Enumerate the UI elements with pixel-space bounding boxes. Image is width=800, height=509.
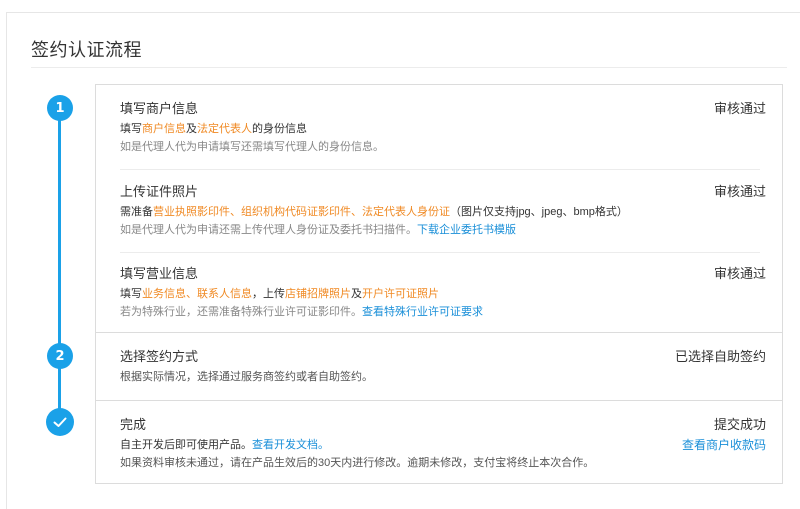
merchant-info-desc: 填写商户信息及法定代表人的身份信息 [120,122,766,136]
business-info-title: 填写营业信息 [120,266,199,281]
step-1-block: 填写商户信息 审核通过 填写商户信息及法定代表人的身份信息 如是代理人代为申请填… [96,85,782,333]
merchant-info-status: 审核通过 [713,101,766,116]
format-note: （图片仅支持jpg、jpeg、bmp格式） [450,206,628,218]
legal-id-highlight: 法定代表人身份证 [362,206,450,218]
desc-text: 自主开发后即可使用产品。 [120,439,252,451]
check-mark [53,417,67,427]
org-code-highlight: 组织机构代码证影印件 [241,206,351,218]
business-info-desc: 填写业务信息、联系人信息，上传店铺招牌照片及开户许可证照片 [120,287,766,301]
steps-panel: 填写商户信息 审核通过 填写商户信息及法定代表人的身份信息 如是代理人代为申请填… [95,84,783,484]
item-divider [120,169,760,170]
desc-text: 、 [351,206,362,218]
signing-method-desc: 根据实际情况，选择通过服务商签约或者自助签约。 [120,371,373,383]
storefront-photo-highlight: 店铺招牌照片 [285,288,351,300]
item-divider [120,252,760,253]
merchant-info-note: 如是代理人代为申请填写还需填写代理人的身份信息。 [120,141,384,153]
account-permit-highlight: 开户许可证照片 [362,288,439,300]
title-divider [31,67,787,68]
complete-title: 完成 [120,417,147,432]
documents-title: 上传证件照片 [120,184,199,199]
check-icon [46,408,74,436]
complete-status-stack: 提交成功 查看商户收款码 [682,417,766,453]
documents-desc: 需准备营业执照影印件、组织机构代码证影印件、法定代表人身份证（图片仅支持jpg、… [120,205,766,219]
step-2-badge: 2 [47,343,73,369]
desc-text: 及 [186,123,197,135]
desc-text: 填写 [120,288,142,300]
dev-docs-link[interactable]: 查看开发文档。 [252,439,329,451]
business-info-status: 审核通过 [713,266,766,281]
desc-text: ，上传 [252,288,285,300]
step-2-block: 选择签约方式 已选择自助签约 根据实际情况，选择通过服务商签约或者自助签约。 [96,333,782,401]
legal-rep-highlight: 法定代表人 [197,123,252,135]
note-text: 若为特殊行业，还需准备特殊行业许可证影印件。 [120,306,362,318]
desc-text: 填写 [120,123,142,135]
note-text: 如是代理人代为申请还需上传代理人身份证及委托书扫描件。 [120,224,417,236]
business-info-highlight: 业务信息 [142,288,186,300]
signing-method-item: 选择签约方式 已选择自助签约 根据实际情况，选择通过服务商签约或者自助签约。 [120,349,766,384]
merchant-info-item: 填写商户信息 审核通过 填写商户信息及法定代表人的身份信息 如是代理人代为申请填… [120,101,766,154]
documents-item: 上传证件照片 审核通过 需准备营业执照影印件、组织机构代码证影印件、法定代表人身… [120,184,766,237]
signing-method-title: 选择签约方式 [120,349,199,364]
step-1-badge: 1 [47,95,73,121]
desc-text: 、 [186,288,197,300]
complete-desc: 自主开发后即可使用产品。查看开发文档。 [120,438,766,452]
desc-text: 的身份信息 [252,123,307,135]
page-title: 签约认证流程 [31,40,142,60]
timeline-line [58,107,61,423]
business-license-highlight: 营业执照影印件 [153,206,230,218]
business-info-note: 若为特殊行业，还需准备特殊行业许可证影印件。查看特殊行业许可证要求 [120,305,766,319]
desc-text: 及 [351,288,362,300]
desc-text: 、 [230,206,241,218]
step-3-block: 完成 提交成功 查看商户收款码 自主开发后即可使用产品。查看开发文档。 如果资料… [96,401,782,483]
complete-status: 提交成功 [713,417,766,432]
download-template-link[interactable]: 下载企业委托书模版 [417,224,516,236]
documents-note: 如是代理人代为申请还需上传代理人身份证及委托书扫描件。下载企业委托书模版 [120,223,766,237]
signing-method-status: 已选择自助签约 [674,349,766,364]
complete-item: 完成 提交成功 查看商户收款码 自主开发后即可使用产品。查看开发文档。 如果资料… [120,417,766,470]
special-industry-link[interactable]: 查看特殊行业许可证要求 [362,306,483,318]
merchant-info-highlight: 商户信息 [142,123,186,135]
view-payment-code-link[interactable]: 查看商户收款码 [682,437,766,453]
complete-note: 如果资料审核未通过，请在产品生效后的30天内进行修改。逾期未修改，支付宝将终止本… [120,457,595,469]
contact-info-highlight: 联系人信息 [197,288,252,300]
business-info-item: 填写营业信息 审核通过 填写业务信息、联系人信息，上传店铺招牌照片及开户许可证照… [120,266,766,319]
documents-status: 审核通过 [713,184,766,199]
desc-text: 需准备 [120,206,153,218]
merchant-info-title: 填写商户信息 [120,101,199,116]
